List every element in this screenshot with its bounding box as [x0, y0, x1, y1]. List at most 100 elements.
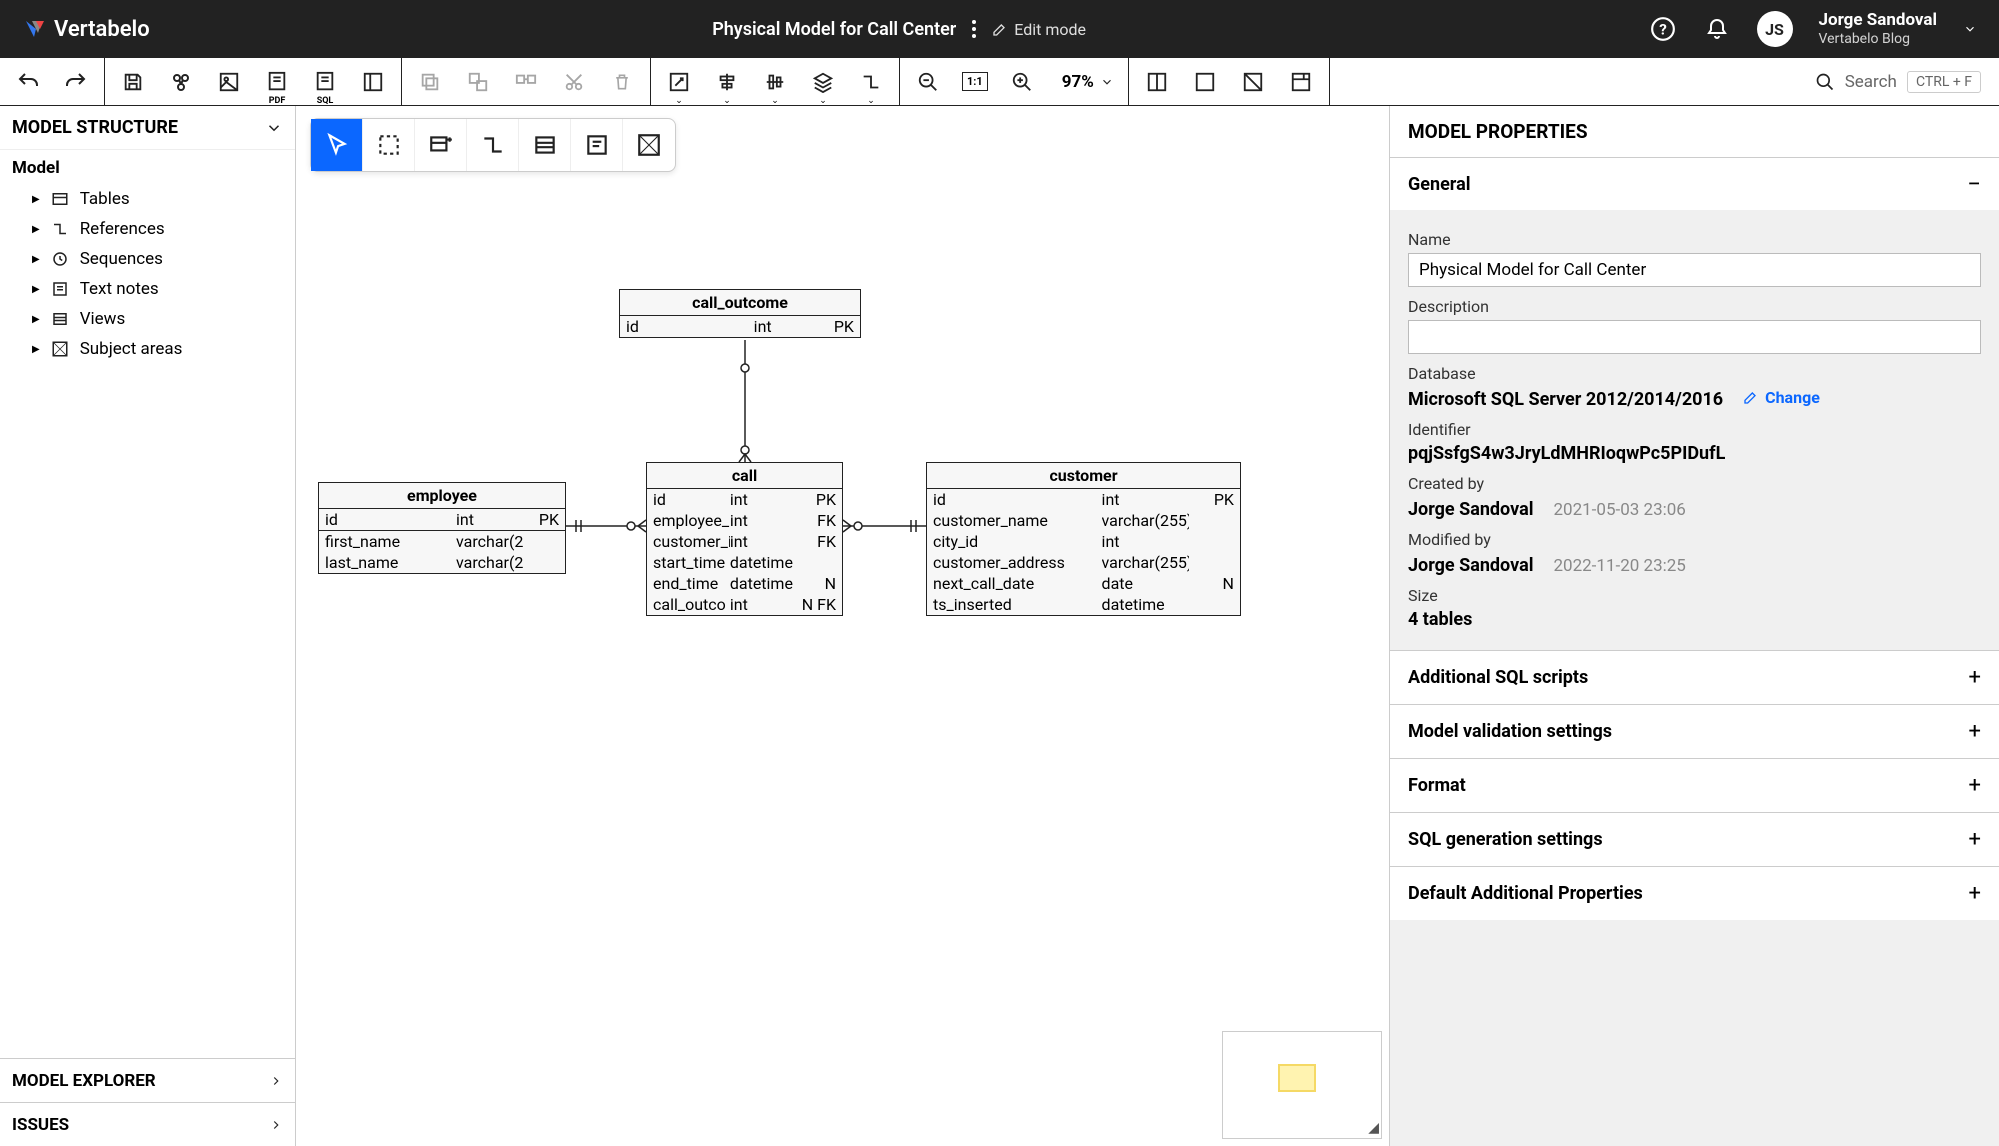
general-section-header[interactable]: General − — [1390, 158, 1999, 210]
zoom-ratio-badge[interactable]: 1:1 — [962, 72, 988, 91]
align-h-button[interactable]: ⌄ — [713, 68, 741, 96]
delete-button[interactable] — [608, 68, 636, 96]
undo-button[interactable] — [14, 68, 42, 96]
marquee-tool[interactable] — [363, 119, 415, 171]
minimap[interactable]: ◢ — [1222, 1031, 1382, 1139]
cut-button[interactable] — [560, 68, 588, 96]
zoom-level-dropdown[interactable]: 97% — [1062, 72, 1114, 92]
help-icon[interactable]: ? — [1649, 15, 1677, 43]
edit-mode-toggle[interactable]: Edit mode — [992, 20, 1086, 39]
table-call[interactable]: call idintPK employee_iintFK customer_ii… — [646, 462, 843, 616]
model-name-input[interactable] — [1408, 253, 1981, 287]
size-label: Size — [1408, 586, 1981, 605]
share-button[interactable] — [167, 68, 195, 96]
section-validation[interactable]: Model validation settings+ — [1390, 704, 1999, 758]
add-area-tool[interactable] — [623, 119, 675, 171]
column-type: int — [730, 595, 796, 614]
notation-button-1[interactable] — [1143, 68, 1171, 96]
header-right: ? JS Jorge Sandoval Vertabelo Blog — [1649, 10, 1978, 47]
pdf-export-button[interactable]: PDF — [263, 68, 291, 96]
change-database-link[interactable]: Change — [1743, 388, 1820, 407]
notation-button-4[interactable] — [1287, 68, 1315, 96]
add-reference-tool[interactable] — [467, 119, 519, 171]
table-call-outcome[interactable]: call_outcome idintPK — [619, 289, 861, 338]
user-info[interactable]: Jorge Sandoval Vertabelo Blog — [1819, 10, 1938, 47]
notation-button-3[interactable] — [1239, 68, 1267, 96]
chevron-down-icon[interactable] — [1963, 22, 1977, 36]
section-additional-sql[interactable]: Additional SQL scripts+ — [1390, 650, 1999, 704]
column-name: call_outco — [653, 595, 730, 614]
column-name: city_id — [933, 532, 1102, 551]
add-note-tool[interactable] — [571, 119, 623, 171]
column-key: FK — [796, 511, 836, 530]
search-box[interactable]: Search CTRL + F — [1797, 71, 1999, 93]
zoom-out-button[interactable] — [914, 68, 942, 96]
section-format[interactable]: Format+ — [1390, 758, 1999, 812]
tree-root[interactable]: Model — [12, 158, 283, 178]
section-label: Default Additional Properties — [1408, 883, 1643, 904]
paste-button[interactable] — [464, 68, 492, 96]
save-button[interactable] — [119, 68, 147, 96]
layers-button[interactable]: ⌄ — [809, 68, 837, 96]
column-key — [524, 553, 559, 572]
column-key: N — [1189, 574, 1234, 593]
section-sql-generation[interactable]: SQL generation settings+ — [1390, 812, 1999, 866]
database-label: Database — [1408, 364, 1981, 383]
add-table-tool[interactable] — [415, 119, 467, 171]
created-by-value: Jorge Sandoval — [1408, 499, 1533, 520]
column-type: datetime — [730, 574, 796, 593]
table-employee[interactable]: employee idintPK first_namevarchar(255) … — [318, 482, 566, 574]
user-avatar[interactable]: JS — [1757, 11, 1793, 47]
column-name: start_time — [653, 553, 730, 572]
minimap-viewport[interactable] — [1278, 1064, 1316, 1092]
database-value: Microsoft SQL Server 2012/2014/2016 — [1408, 389, 1723, 410]
tree-item-subject-areas[interactable]: ▶Subject areas — [12, 334, 283, 364]
column-name: first_name — [325, 532, 456, 551]
section-default-props[interactable]: Default Additional Properties+ — [1390, 866, 1999, 920]
fit-button[interactable]: ⌄ — [665, 68, 693, 96]
brand-logo[interactable]: Vertabelo — [22, 17, 150, 42]
column-key: PK — [1189, 490, 1234, 509]
tree-item-text-notes[interactable]: ▶Text notes — [12, 274, 283, 304]
image-export-button[interactable] — [215, 68, 243, 96]
chevron-right-icon — [269, 1074, 283, 1088]
issues-header[interactable]: ISSUES — [0, 1102, 295, 1146]
column-key: PK — [796, 490, 836, 509]
model-explorer-header[interactable]: MODEL EXPLORER — [0, 1058, 295, 1102]
tree-item-views[interactable]: ▶Views — [12, 304, 283, 334]
chevron-down-icon — [1100, 75, 1114, 89]
column-name: next_call_date — [933, 574, 1102, 593]
column-key — [1189, 511, 1234, 530]
select-tool[interactable] — [311, 119, 363, 171]
model-description-input[interactable] — [1408, 320, 1981, 354]
column-key — [1189, 553, 1234, 572]
column-name: id — [933, 490, 1102, 509]
redo-button[interactable] — [62, 68, 90, 96]
add-view-tool[interactable] — [519, 119, 571, 171]
properties-title: MODEL PROPERTIES — [1390, 106, 1999, 157]
pencil-icon — [992, 21, 1008, 37]
column-name: id — [325, 510, 456, 529]
duplicate-button[interactable] — [512, 68, 540, 96]
sql-export-button[interactable]: SQL — [311, 68, 339, 96]
table-customer[interactable]: customer idintPK customer_namevarchar(25… — [926, 462, 1241, 616]
xml-export-button[interactable] — [359, 68, 387, 96]
model-structure-header[interactable]: MODEL STRUCTURE — [0, 106, 295, 150]
zoom-in-button[interactable] — [1008, 68, 1036, 96]
notifications-icon[interactable] — [1703, 15, 1731, 43]
diagram-canvas[interactable]: call_outcome idintPK employee idintPK fi… — [296, 106, 1389, 1146]
column-type: date — [1102, 574, 1189, 593]
resize-handle-icon[interactable]: ◢ — [1368, 1120, 1379, 1136]
connector-style-button[interactable]: ⌄ — [857, 68, 885, 96]
copy-button[interactable] — [416, 68, 444, 96]
tree-item-sequences[interactable]: ▶Sequences — [12, 244, 283, 274]
column-type: varchar(255) — [456, 532, 524, 551]
tree-item-references[interactable]: ▶References — [12, 214, 283, 244]
name-label: Name — [1408, 230, 1981, 249]
notation-button-2[interactable] — [1191, 68, 1219, 96]
column-type: int — [1102, 532, 1189, 551]
model-menu-icon[interactable] — [972, 20, 976, 38]
align-v-button[interactable]: ⌄ — [761, 68, 789, 96]
model-title: Physical Model for Call Center — [712, 19, 956, 40]
tree-item-tables[interactable]: ▶Tables — [12, 184, 283, 214]
